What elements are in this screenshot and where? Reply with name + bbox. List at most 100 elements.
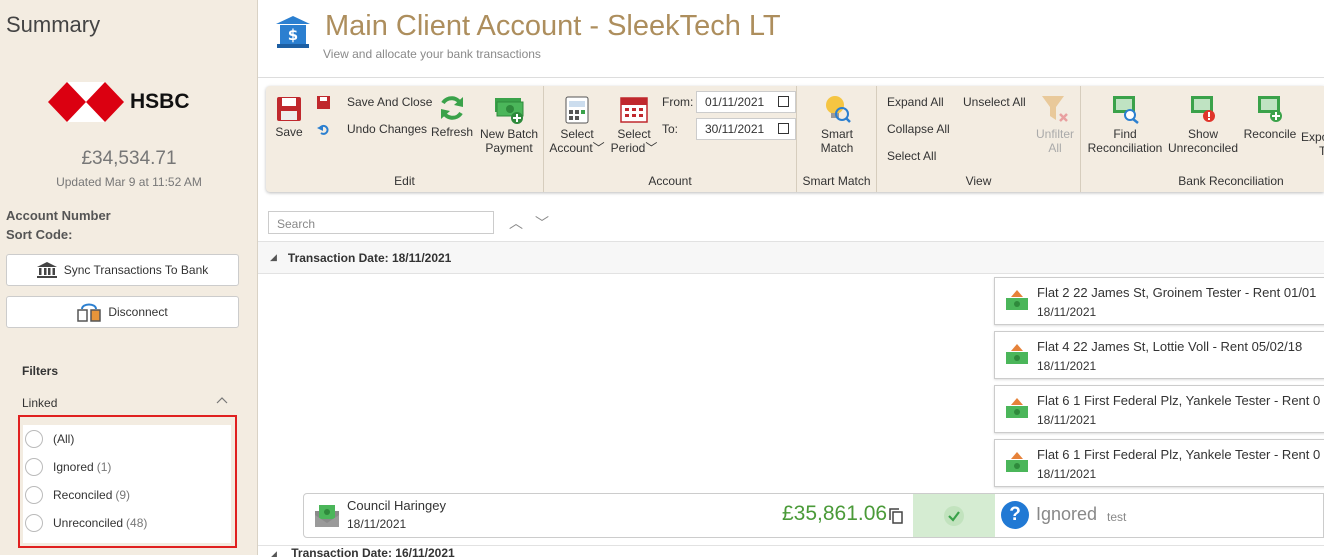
smart-match-button[interactable]: Smart Match	[807, 94, 867, 155]
save-and-close-button[interactable]: Save And Close	[317, 95, 432, 109]
funnel-remove-icon	[1042, 96, 1068, 122]
money-upload-icon	[1006, 344, 1028, 364]
save-label: Save	[275, 125, 303, 139]
filter-option-reconciled[interactable]: Reconciled (9)	[23, 481, 231, 509]
reconcile-label: Reconcile	[1243, 127, 1297, 141]
bank-reconciliation-group-label: Bank Reconciliation	[1178, 174, 1284, 188]
updated-timestamp: Updated Mar 9 at 11:52 AM	[56, 175, 202, 189]
unselect-all-button[interactable]: Unselect All	[963, 95, 1026, 109]
transaction-payee: Council Haringey	[347, 498, 446, 513]
collapse-all-button[interactable]: Collapse All	[887, 122, 950, 136]
ignored-status-label: Ignored	[1036, 504, 1098, 524]
chevron-up-icon[interactable]	[216, 396, 228, 404]
select-period-button[interactable]: Select Period﹀	[610, 94, 658, 155]
calendar-picker-icon[interactable]	[778, 123, 789, 134]
export-button[interactable]: Expo T	[1301, 94, 1324, 158]
save-button[interactable]: Save	[274, 96, 304, 139]
show-unreconciled-button[interactable]: Show Unreconciled	[1167, 94, 1239, 155]
batch-payment-icon	[495, 98, 524, 124]
calendar-icon	[620, 97, 648, 123]
transaction-card[interactable]: Council Haringey 18/11/2021 £35,861.06	[303, 493, 995, 538]
filter-option-unreconciled[interactable]: Unreconciled (48)	[23, 509, 231, 537]
money-upload-icon	[1006, 452, 1028, 472]
match-status-cell[interactable]	[913, 494, 995, 537]
match-card[interactable]: Flat 4 22 James St, Lottie Voll - Rent 0…	[994, 331, 1324, 379]
match-date: 18/11/2021	[1037, 359, 1097, 373]
refresh-label: Refresh	[430, 125, 474, 139]
find-reconciliation-icon	[1113, 96, 1139, 124]
select-period-label-1: Select	[617, 127, 651, 141]
unfilter-label-2: All	[1048, 141, 1062, 155]
transaction-amount: £35,861.06	[782, 502, 888, 525]
unfilter-all-button[interactable]: Unfilter All	[1033, 94, 1077, 155]
sidebar: Summary HSBC £34,534.71 Updated Mar 9 at…	[0, 0, 258, 555]
search-input[interactable]: Search	[268, 211, 494, 234]
refresh-button[interactable]: Refresh	[430, 94, 474, 139]
match-card[interactable]: Flat 6 1 First Federal Plz, Yankele Test…	[994, 439, 1324, 487]
transaction-date-label: Transaction Date: 18/11/2021	[287, 250, 452, 265]
find-reconciliation-button[interactable]: Find Reconciliation	[1085, 94, 1165, 155]
radio-button[interactable]	[25, 514, 43, 532]
chevron-up-icon[interactable]: ︿	[509, 213, 523, 233]
ribbon-group-smart-match: Smart Match Smart Match	[797, 86, 877, 192]
match-card[interactable]: Flat 2 22 James St, Groinem Tester - Ren…	[994, 277, 1324, 325]
radio-button[interactable]	[25, 458, 43, 476]
disconnect-icon	[77, 303, 102, 322]
collapse-triangle-icon[interactable]: ◢	[270, 549, 277, 557]
transaction-group-header[interactable]: ◢ Transaction Date: 18/11/2021	[258, 241, 1324, 274]
select-all-button[interactable]: Select All	[887, 149, 936, 163]
ribbon-toolbar: Save Save And Close Undo Changes Refresh…	[266, 86, 1324, 192]
to-date-input[interactable]: 30/11/2021	[696, 118, 796, 140]
bank-logo: HSBC	[48, 82, 190, 122]
find-reconciliation-label-2: Reconciliation	[1087, 141, 1163, 155]
disconnect-button-label: Disconnect	[108, 305, 168, 319]
chevron-down-icon[interactable]: ﹀	[535, 213, 549, 233]
match-date: 18/11/2021	[1037, 413, 1097, 427]
filter-option-label: Unreconciled	[53, 516, 124, 530]
save-and-close-label: Save And Close	[347, 95, 433, 109]
export-label-1: Expo	[1301, 130, 1324, 144]
select-period-label-2: Period	[610, 141, 646, 155]
select-account-label-2: Account	[549, 141, 593, 155]
linked-filter-header[interactable]: Linked	[22, 396, 228, 410]
filter-option-label: Reconciled	[53, 488, 113, 502]
to-label: To:	[662, 122, 679, 136]
linked-filter-options: (All) Ignored (1) Reconciled (9) Unrecon…	[18, 415, 237, 548]
expand-all-button[interactable]: Expand All	[887, 95, 944, 109]
bank-dollar-icon: $	[276, 16, 310, 48]
filters-heading: Filters	[22, 364, 59, 378]
page-subtitle: View and allocate your bank transactions	[323, 47, 541, 61]
filter-option-ignored[interactable]: Ignored (1)	[23, 453, 231, 481]
calendar-picker-icon[interactable]	[778, 96, 789, 107]
new-batch-payment-button[interactable]: New Batch Payment	[478, 94, 540, 155]
match-description: Flat 6 1 First Federal Plz, Yankele Test…	[1037, 447, 1321, 462]
find-reconciliation-label-1: Find	[1113, 127, 1137, 141]
filter-option-count: (1)	[96, 460, 112, 474]
copy-icon[interactable]	[889, 508, 903, 524]
filter-option-all[interactable]: (All)	[23, 425, 231, 453]
select-account-label-1: Select	[560, 127, 594, 141]
match-card[interactable]: Flat 6 1 First Federal Plz, Yankele Test…	[994, 385, 1324, 433]
filter-option-count: (48)	[126, 516, 148, 530]
radio-button[interactable]	[25, 486, 43, 504]
undo-changes-button[interactable]: Undo Changes	[317, 122, 427, 136]
select-account-button[interactable]: Select Account﹀	[548, 94, 606, 155]
edit-group-label: Edit	[394, 174, 415, 188]
new-batch-label-2: Payment	[485, 141, 533, 155]
reconcile-button[interactable]: Reconcile	[1241, 94, 1299, 141]
transaction-group-header[interactable]: ◢ Transaction Date: 16/11/2021	[258, 545, 1324, 557]
checkmark-icon	[944, 505, 964, 526]
lightbulb-search-icon	[826, 96, 851, 123]
sync-button-label: Sync Transactions To Bank	[63, 263, 209, 277]
disconnect-button[interactable]: Disconnect	[6, 296, 239, 328]
money-upload-icon	[1006, 290, 1028, 310]
from-date-input[interactable]: 01/11/2021	[696, 91, 796, 113]
undo-changes-label: Undo Changes	[347, 122, 428, 136]
transaction-date-label: Transaction Date: 16/11/2021	[291, 546, 455, 557]
sync-transactions-button[interactable]: Sync Transactions To Bank	[6, 254, 239, 286]
money-upload-icon	[1006, 398, 1028, 418]
question-icon: ?	[1001, 501, 1029, 529]
ignored-status-panel[interactable]: ? Ignored test	[995, 493, 1324, 538]
collapse-triangle-icon[interactable]: ◢	[270, 252, 277, 263]
radio-button[interactable]	[25, 430, 43, 448]
